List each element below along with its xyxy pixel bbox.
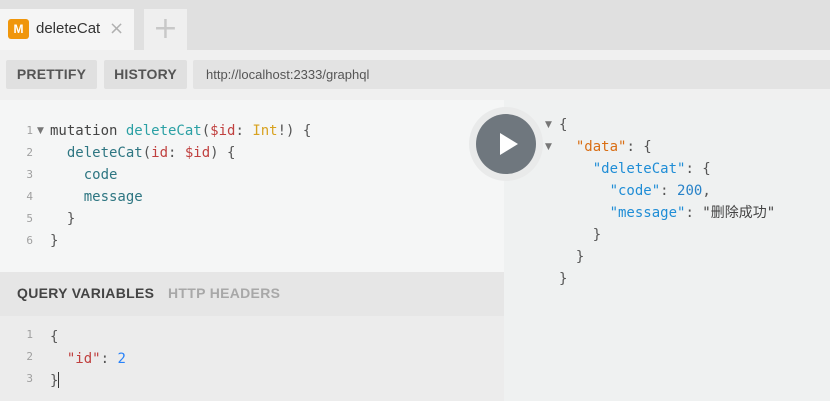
graphql-m-icon: M (8, 19, 29, 39)
code-line: { (50, 328, 58, 346)
line-number: 3 (26, 372, 33, 385)
code-token: "deleteCat" (559, 161, 686, 177)
code-token: ! (277, 123, 287, 139)
tab-query-variables[interactable]: QUERY VARIABLES (17, 285, 154, 301)
code-token: 2 (117, 351, 126, 367)
code-token: $id (184, 145, 211, 161)
code-token: : { (626, 139, 652, 155)
fold-arrow-icon[interactable]: ▼ (545, 138, 552, 156)
tab-title: deleteCat (36, 20, 101, 37)
code-token: id (151, 145, 169, 161)
code-line: code (50, 166, 118, 184)
code-token: } (559, 271, 568, 287)
code-token: deleteCat (50, 145, 143, 161)
variables-panel-header: QUERY VARIABLES HTTP HEADERS (0, 272, 504, 316)
line-number: 3 (26, 168, 33, 181)
add-tab-button[interactable]: + (144, 9, 187, 50)
code-token: $id (210, 123, 236, 139)
line-number: 2 (26, 350, 33, 363)
code-token: "id" (50, 351, 101, 367)
play-icon (500, 133, 518, 155)
result-line: } (559, 270, 567, 288)
code-token: { (50, 329, 59, 345)
code-line: message (50, 188, 143, 206)
prettify-button[interactable]: PRETTIFY (6, 60, 97, 89)
code-token: Int (252, 123, 278, 139)
variables-editor[interactable]: 1 2 3 { "id": 2 } (0, 316, 504, 401)
code-line: } (50, 210, 75, 228)
toolbar: PRETTIFY HISTORY http://localhost:2333/g… (0, 50, 830, 100)
query-editor[interactable]: 1 2 3 4 5 6 ▼ mutation deleteCat($id: In… (0, 100, 504, 272)
code-token: } (50, 211, 76, 227)
code-token: } (50, 373, 59, 389)
results-panel: ▼ ▼ { "data": { "deleteCat": { "code": 2… (504, 100, 830, 401)
code-line: deleteCat(id: $id) { (50, 144, 236, 162)
code-token: "code" (559, 183, 661, 199)
code-token: } (559, 227, 602, 243)
line-number: 2 (26, 146, 33, 159)
code-line: mutation deleteCat($id: Int!) { (50, 122, 311, 140)
line-number: 1 (26, 124, 33, 137)
code-token: : (100, 351, 118, 367)
code-token: } (50, 233, 59, 249)
result-line: "message": "删除成功" (559, 204, 776, 222)
code-token: : (235, 123, 253, 139)
close-icon[interactable]: × (109, 19, 124, 39)
result-line: } (559, 226, 601, 244)
result-line: "deleteCat": { (559, 160, 711, 178)
code-token: : (685, 205, 703, 221)
code-token: : (168, 145, 185, 161)
code-token: code (50, 167, 118, 183)
fold-arrow-icon[interactable]: ▼ (37, 122, 44, 140)
result-line: "data": { (559, 138, 652, 156)
code-token: 200 (677, 183, 703, 199)
tab-http-headers[interactable]: HTTP HEADERS (168, 285, 280, 301)
result-line: "code": 200, (559, 182, 711, 200)
code-line: } (50, 232, 58, 250)
history-button[interactable]: HISTORY (104, 60, 187, 89)
code-token: ( (142, 145, 152, 161)
code-line: "id": 2 (50, 350, 126, 368)
line-number: 5 (26, 212, 33, 225)
code-token: deleteCat (125, 123, 202, 139)
code-token: ( (201, 123, 211, 139)
code-token: } (559, 249, 585, 265)
result-line: { (559, 116, 567, 134)
code-token: , (702, 183, 711, 199)
code-token: "删除成功" (702, 205, 776, 221)
fold-arrow-icon[interactable]: ▼ (545, 116, 552, 134)
line-number: 6 (26, 234, 33, 247)
code-token: "message" (559, 205, 686, 221)
code-token: : { (685, 161, 711, 177)
tab-bar: M deleteCat × + (0, 0, 830, 50)
code-token: : (660, 183, 678, 199)
text-cursor (58, 372, 60, 388)
code-token: mutation (50, 123, 126, 139)
result-line: } (559, 248, 584, 266)
line-number: 1 (26, 328, 33, 341)
tab-deletecat[interactable]: M deleteCat × (0, 9, 134, 50)
code-token: message (50, 189, 143, 205)
code-token: "data" (559, 139, 627, 155)
code-line: } (50, 372, 60, 390)
endpoint-url-input[interactable]: http://localhost:2333/graphql (193, 60, 830, 89)
code-token: ) { (286, 123, 312, 139)
code-token: { (559, 117, 568, 133)
line-number: 4 (26, 190, 33, 203)
run-query-button[interactable] (476, 114, 536, 174)
code-token: ) { (210, 145, 236, 161)
